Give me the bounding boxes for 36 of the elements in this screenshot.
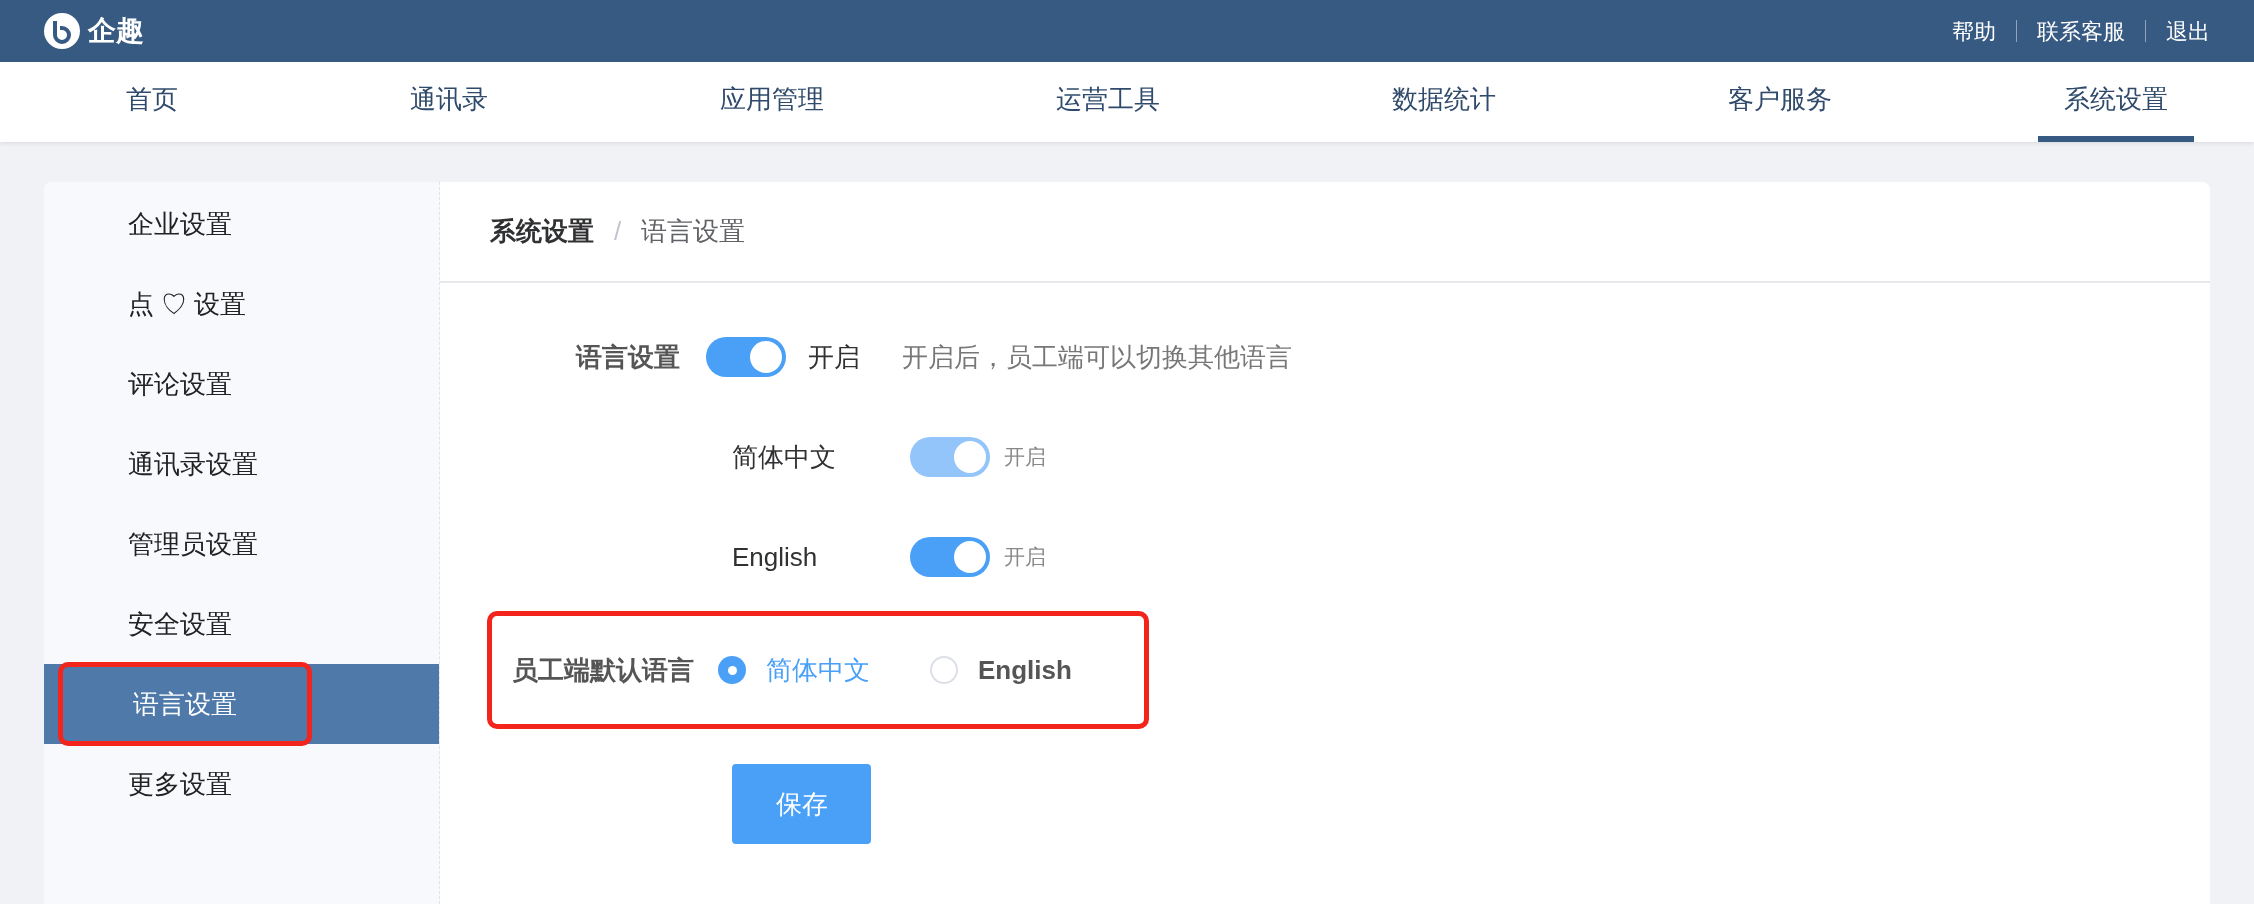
radio-icon	[718, 656, 746, 684]
sidebar-item[interactable]: 评论设置	[44, 344, 439, 424]
sidebar-item[interactable]: 管理员设置	[44, 504, 439, 584]
nav-tab[interactable]: 首页	[100, 62, 204, 142]
toggle-switch[interactable]	[910, 537, 990, 577]
nav-tab[interactable]: 通讯录	[384, 62, 514, 142]
switch-state-text: 开启	[1004, 444, 1046, 471]
sidebar-item[interactable]: 通讯录设置	[44, 424, 439, 504]
sidebar-item[interactable]: 语言设置	[44, 664, 439, 744]
language-name: English	[732, 540, 819, 574]
sidebar-item[interactable]: 点 ♡ 设置	[44, 264, 439, 344]
header-link[interactable]: 联系客服	[2037, 14, 2125, 48]
sidebar-item[interactable]: 更多设置	[44, 744, 439, 824]
header-link[interactable]: 帮助	[1952, 14, 1996, 48]
hint-text: 开启后，员工端可以切换其他语言	[902, 340, 1292, 374]
sidebar-item[interactable]: 企业设置	[44, 184, 439, 264]
setting-label: 员工端默认语言	[512, 653, 695, 687]
nav-tab[interactable]: 数据统计	[1366, 62, 1522, 142]
breadcrumb-separator: /	[614, 215, 622, 248]
logo-icon	[44, 13, 80, 49]
nav-tab[interactable]: 运营工具	[1030, 62, 1186, 142]
breadcrumb-item: 语言设置	[641, 215, 746, 248]
breadcrumb-item[interactable]: 系统设置	[490, 212, 594, 251]
header-link[interactable]: 退出	[2166, 14, 2210, 48]
sidebar-item[interactable]: 安全设置	[44, 584, 439, 664]
nav-tab[interactable]: 应用管理	[694, 62, 850, 142]
radio-icon	[930, 656, 958, 684]
switch-state-text: 开启	[808, 340, 860, 374]
toggle-switch[interactable]	[706, 337, 786, 377]
nav-tab[interactable]: 系统设置	[2038, 62, 2194, 142]
radio-option[interactable]: English	[930, 650, 1072, 690]
language-name: 简体中文	[732, 440, 837, 474]
switch-state-text: 开启	[1004, 544, 1046, 571]
brand-name: 企趣	[88, 14, 144, 48]
nav-tab[interactable]: 客户服务	[1702, 62, 1858, 142]
setting-label: 语言设置	[576, 341, 680, 372]
